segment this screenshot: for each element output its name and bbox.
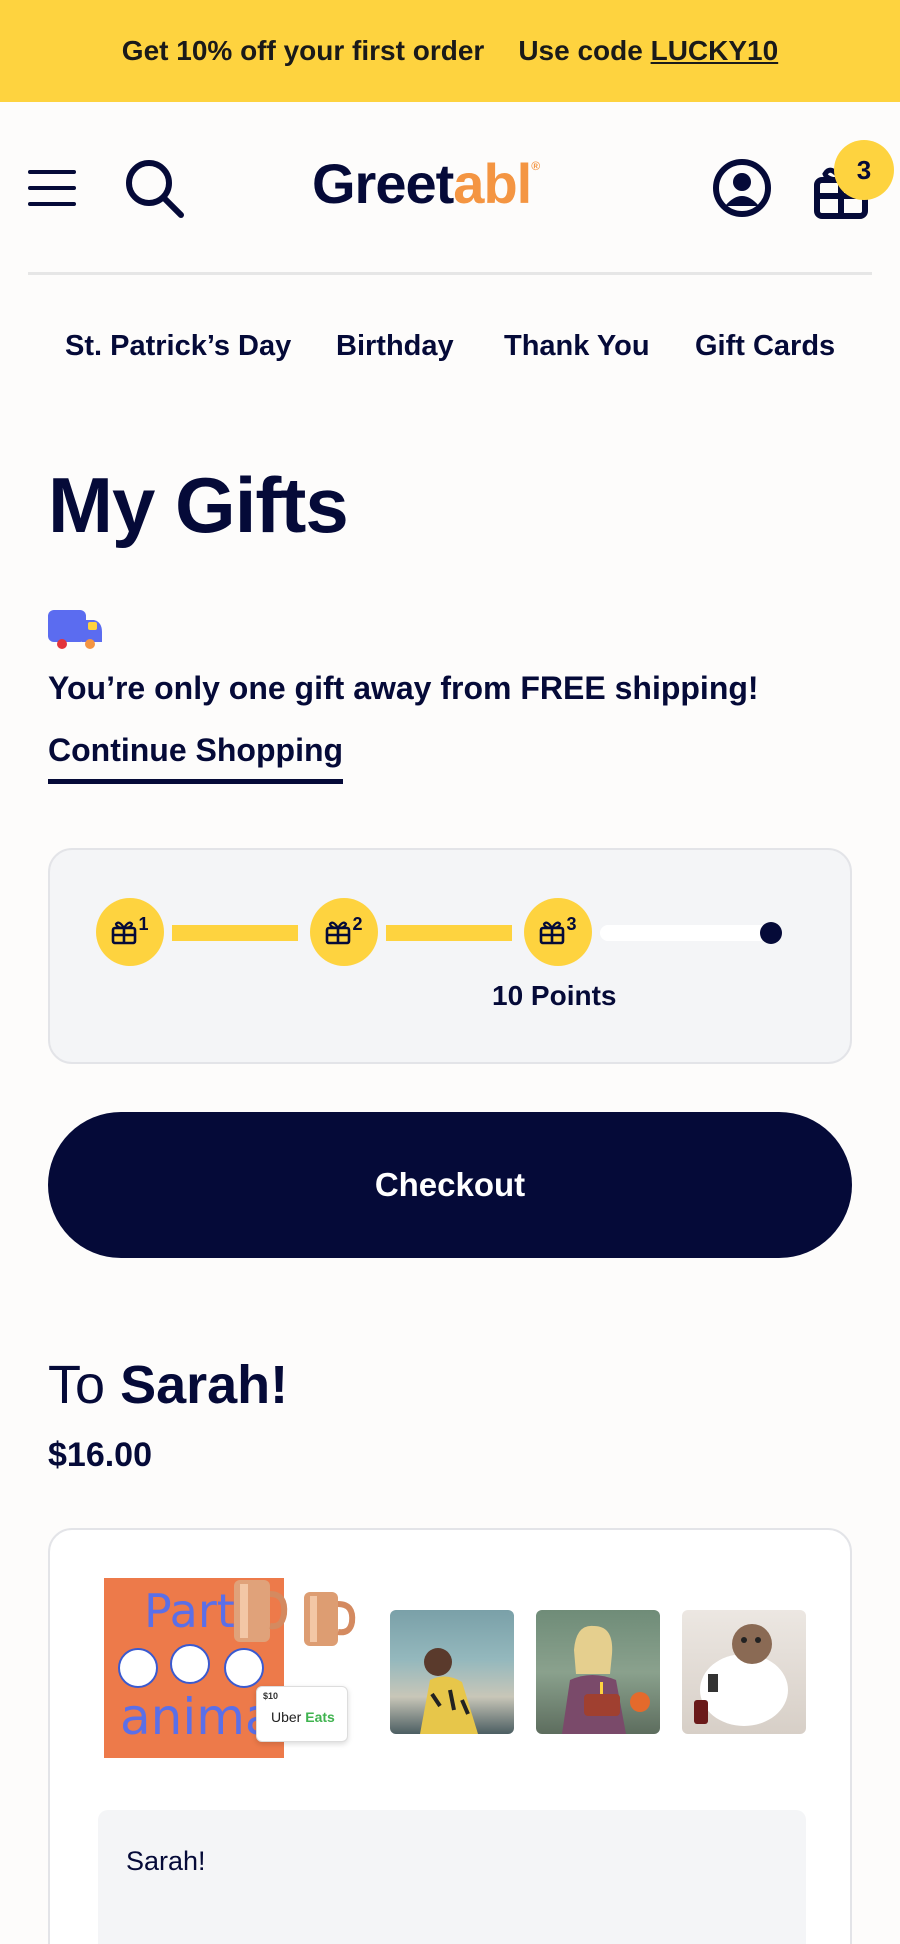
free-shipping-message: You’re only one gift away from FREE ship… bbox=[48, 670, 759, 706]
gift-card-amount: $10 bbox=[263, 1691, 279, 1701]
truck-icon bbox=[48, 606, 104, 655]
gift-icon bbox=[326, 921, 351, 945]
gift-summary-card: Party animals $10 Uber Eats bbox=[48, 1528, 852, 1944]
recipient-heading: To Sarah! bbox=[48, 1358, 288, 1412]
promo-offer: Get 10% off your first order bbox=[121, 35, 485, 66]
gift-card-brand-a: Uber bbox=[271, 1709, 302, 1725]
gift-card-brand: Uber Eats bbox=[271, 1709, 335, 1725]
progress-step-number: 3 bbox=[566, 913, 577, 934]
promo-code-text: Use code LUCKY10 bbox=[518, 35, 778, 67]
progress-end-marker bbox=[760, 922, 782, 944]
continue-shopping-link[interactable]: Continue Shopping bbox=[48, 732, 344, 784]
rewards-progress-card: 1 2 3 10 Points bbox=[48, 848, 852, 1064]
checkout-button[interactable]: Checkout bbox=[48, 1112, 852, 1258]
progress-bar-segment-2 bbox=[386, 925, 512, 941]
menu-icon[interactable] bbox=[28, 166, 78, 210]
points-label: 10 Points bbox=[492, 980, 617, 1011]
cart-count-badge: 3 bbox=[834, 140, 894, 200]
logo-accent: abl bbox=[453, 152, 532, 215]
uber-eats-gift-card: $10 Uber Eats bbox=[256, 1686, 348, 1742]
nav-item-birthday[interactable]: Birthday bbox=[336, 330, 454, 363]
video-thumbnail-3[interactable] bbox=[682, 1610, 806, 1734]
progress-step-2: 2 bbox=[310, 898, 378, 966]
search-icon[interactable] bbox=[122, 156, 186, 220]
nav-item-thank-you[interactable]: Thank You bbox=[504, 330, 650, 363]
page-title: My Gifts bbox=[48, 461, 349, 549]
progress-step-number: 2 bbox=[352, 913, 363, 934]
progress-bar-segment-1 bbox=[172, 925, 298, 941]
gift-message-text: Sarah! bbox=[126, 1846, 206, 1876]
category-nav: St. Patrick’s Day Birthday Thank You Gif… bbox=[0, 330, 900, 380]
promo-code-prefix: Use code bbox=[518, 35, 643, 66]
nav-item-gift-cards[interactable]: Gift Cards bbox=[695, 330, 835, 363]
gift-icon bbox=[112, 921, 137, 945]
site-header: Greetabl® bbox=[0, 102, 900, 272]
account-icon[interactable] bbox=[710, 156, 774, 220]
progress-step-1: 1 bbox=[96, 898, 164, 966]
header-divider bbox=[28, 272, 872, 275]
brand-logo[interactable]: Greetabl® bbox=[312, 156, 540, 212]
logo-mark: ® bbox=[531, 159, 540, 173]
logo-main: Greet bbox=[312, 152, 454, 215]
video-thumbnail-1[interactable] bbox=[390, 1610, 514, 1734]
copper-mug-illustration bbox=[304, 1592, 356, 1646]
nav-item-st-patricks-day[interactable]: St. Patrick’s Day bbox=[65, 330, 291, 363]
gift-card-brand-b: Eats bbox=[305, 1709, 335, 1725]
recipient-to-label: To bbox=[48, 1355, 106, 1415]
progress-bar-segment-remaining bbox=[600, 925, 776, 941]
person-photo bbox=[562, 1625, 650, 1734]
gift-price: $16.00 bbox=[48, 1436, 152, 1474]
gift-message-box[interactable]: Sarah! bbox=[98, 1810, 806, 1944]
person-photo bbox=[420, 1648, 478, 1734]
dog-photo bbox=[694, 1624, 788, 1726]
tiger-illustration bbox=[170, 1644, 210, 1684]
copper-mug-illustration bbox=[234, 1580, 288, 1642]
progress-step-3: 3 bbox=[524, 898, 592, 966]
video-thumbnail-2[interactable] bbox=[536, 1610, 660, 1734]
recipient-name: Sarah! bbox=[120, 1355, 289, 1415]
promo-code[interactable]: LUCKY10 bbox=[651, 35, 779, 66]
badger-illustration bbox=[224, 1648, 264, 1688]
gift-icon bbox=[540, 921, 565, 945]
panda-illustration bbox=[118, 1648, 158, 1688]
promo-banner: Get 10% off your first order Use code LU… bbox=[0, 0, 900, 102]
progress-step-number: 1 bbox=[138, 913, 149, 934]
